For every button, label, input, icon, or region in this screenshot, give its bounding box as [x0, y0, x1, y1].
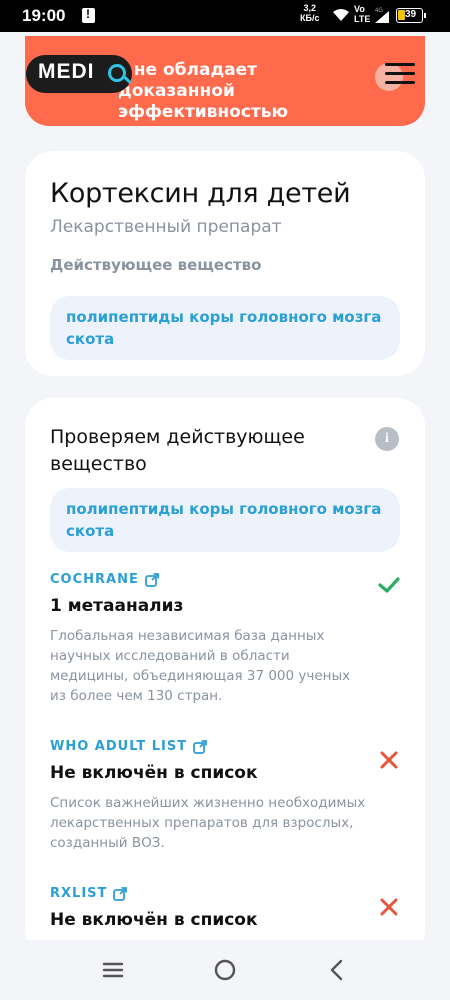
mediq-logo[interactable]: MEDI [26, 55, 132, 93]
network-speed: 3,2 КБ/с [300, 3, 320, 23]
warning-text: т не обладает доказанной эффективностью [118, 60, 289, 122]
system-nav-bar [0, 940, 450, 1000]
drug-type: Лекарственный препарат [50, 217, 282, 237]
network-type-label: 4G [375, 8, 383, 14]
ingredient-check-card: Проверяем действующее вещество i полипеп… [25, 398, 425, 958]
source-link[interactable]: COCHRANE [50, 572, 400, 587]
drug-title: Кортексин для детей [50, 178, 351, 209]
source-description: Список важнейших жизненно необходимых ле… [50, 795, 366, 851]
battery-icon: 39 [396, 8, 426, 23]
back-icon[interactable] [325, 958, 349, 982]
volte-indicator: Vo LTE [354, 4, 371, 24]
source-who-adult-list: WHO ADULT LIST Не включён в список Списо… [50, 739, 400, 853]
source-name: WHO ADULT LIST [50, 739, 188, 754]
menu-icon[interactable] [385, 63, 415, 85]
home-icon[interactable] [213, 958, 237, 982]
source-rxlist: RXLIST Не включён в список [50, 886, 400, 930]
status-bar: 19:00 3,2 КБ/с Vo LTE 4G 39 [0, 0, 450, 32]
recent-apps-icon[interactable] [101, 958, 125, 982]
status-time: 19:00 [22, 6, 66, 25]
external-link-icon [193, 739, 207, 754]
cross-icon [380, 898, 398, 916]
source-description: Глобальная независимая база данных научн… [50, 628, 351, 704]
source-cochrane: COCHRANE 1 метаанализ Глобальная независ… [50, 572, 400, 706]
wifi-icon [333, 9, 349, 21]
source-name: COCHRANE [50, 572, 139, 587]
logo-text: MEDI [38, 60, 95, 83]
source-name: RXLIST [50, 886, 108, 901]
external-link-icon [144, 572, 159, 587]
ingredient-pill[interactable]: полипептиды коры головного мозга скота [50, 488, 400, 552]
notification-alert-icon [82, 7, 95, 23]
source-result: 1 метаанализ [50, 596, 184, 616]
external-link-icon [113, 886, 128, 901]
ingredient-pill[interactable]: полипептиды коры головного мозга скота [50, 296, 400, 360]
source-result: Не включён в список [50, 763, 258, 783]
check-title: Проверяем действующее вещество [50, 426, 305, 475]
check-icon [378, 577, 400, 593]
logo-magnifier-icon [108, 64, 126, 82]
signal-icon: 4G [375, 8, 389, 23]
source-link[interactable]: WHO ADULT LIST [50, 739, 400, 754]
cross-icon [380, 751, 398, 769]
source-link[interactable]: RXLIST [50, 886, 400, 901]
source-result: Не включён в список [50, 910, 258, 930]
battery-level: 39 [405, 9, 417, 20]
info-icon[interactable]: i [375, 427, 399, 451]
ingredient-label: Действующее вещество [50, 256, 262, 274]
drug-info-card: Кортексин для детей Лекарственный препар… [25, 151, 425, 376]
